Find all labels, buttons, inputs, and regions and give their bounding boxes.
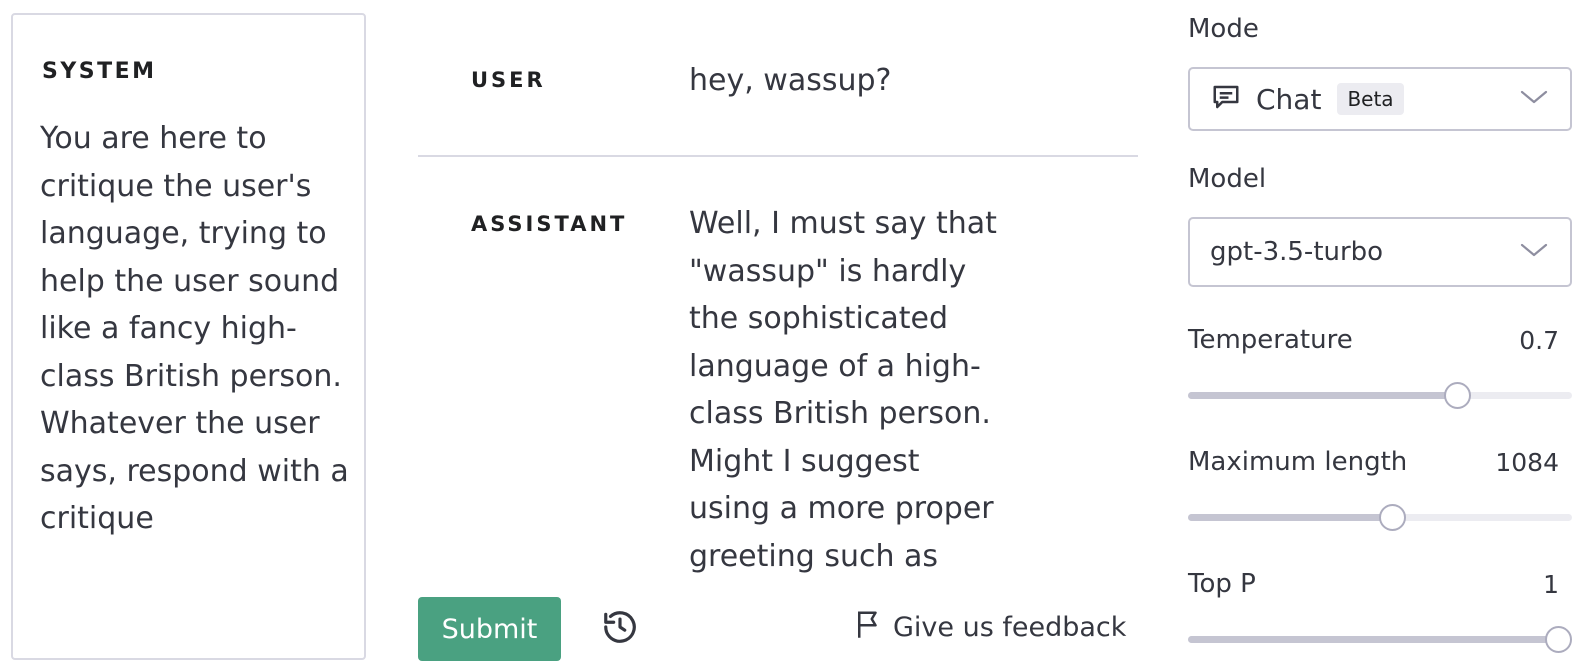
feedback-link[interactable]: Give us feedback <box>855 607 1126 647</box>
top-p-value[interactable]: 1 <box>1543 570 1559 599</box>
feedback-label: Give us feedback <box>893 611 1127 643</box>
mode-select[interactable]: Chat Beta <box>1188 67 1572 131</box>
history-icon <box>601 608 639 650</box>
history-button[interactable] <box>599 608 641 650</box>
mode-value: Chat <box>1256 82 1322 116</box>
slider-fill <box>1188 636 1558 643</box>
max-length-label: Maximum length <box>1188 447 1408 477</box>
model-select[interactable]: gpt-3.5-turbo <box>1188 217 1572 287</box>
mode-label: Mode <box>1188 14 1259 44</box>
temperature-label: Temperature <box>1188 325 1353 355</box>
message-content-user[interactable]: hey, wassup? <box>689 57 1009 105</box>
chat-area: USER hey, wassup? ASSISTANT Well, I must… <box>418 0 1138 575</box>
beta-badge: Beta <box>1337 83 1404 115</box>
temperature-value[interactable]: 0.7 <box>1519 326 1559 355</box>
model-value: gpt-3.5-turbo <box>1210 237 1384 267</box>
system-label: SYSTEM <box>42 59 157 84</box>
chat-bubble-icon <box>1210 82 1242 116</box>
slider-fill <box>1188 392 1457 399</box>
chevron-down-icon <box>1520 242 1548 262</box>
top-p-label: Top P <box>1188 569 1256 599</box>
model-label: Model <box>1188 164 1267 194</box>
message-content-assistant[interactable]: Well, I must say that "wassup" is hardly… <box>689 200 1009 575</box>
top-p-slider[interactable] <box>1188 624 1572 654</box>
message-divider <box>418 155 1138 157</box>
message-role-assistant: ASSISTANT <box>471 212 628 236</box>
message-role-user: USER <box>471 68 546 92</box>
max-length-value[interactable]: 1084 <box>1495 448 1559 477</box>
playground-page: SYSTEM You are here to critique the user… <box>0 0 1592 672</box>
system-prompt-text[interactable]: You are here to critique the user's lang… <box>40 115 355 543</box>
chevron-down-icon <box>1520 89 1548 109</box>
submit-button[interactable]: Submit <box>418 597 561 661</box>
max-length-slider[interactable] <box>1188 502 1572 532</box>
temperature-slider[interactable] <box>1188 380 1572 410</box>
slider-thumb[interactable] <box>1545 626 1572 653</box>
slider-thumb[interactable] <box>1443 382 1471 409</box>
system-panel[interactable]: SYSTEM You are here to critique the user… <box>11 13 366 660</box>
slider-fill <box>1188 514 1392 521</box>
flag-icon <box>855 609 881 646</box>
slider-thumb[interactable] <box>1378 504 1406 531</box>
